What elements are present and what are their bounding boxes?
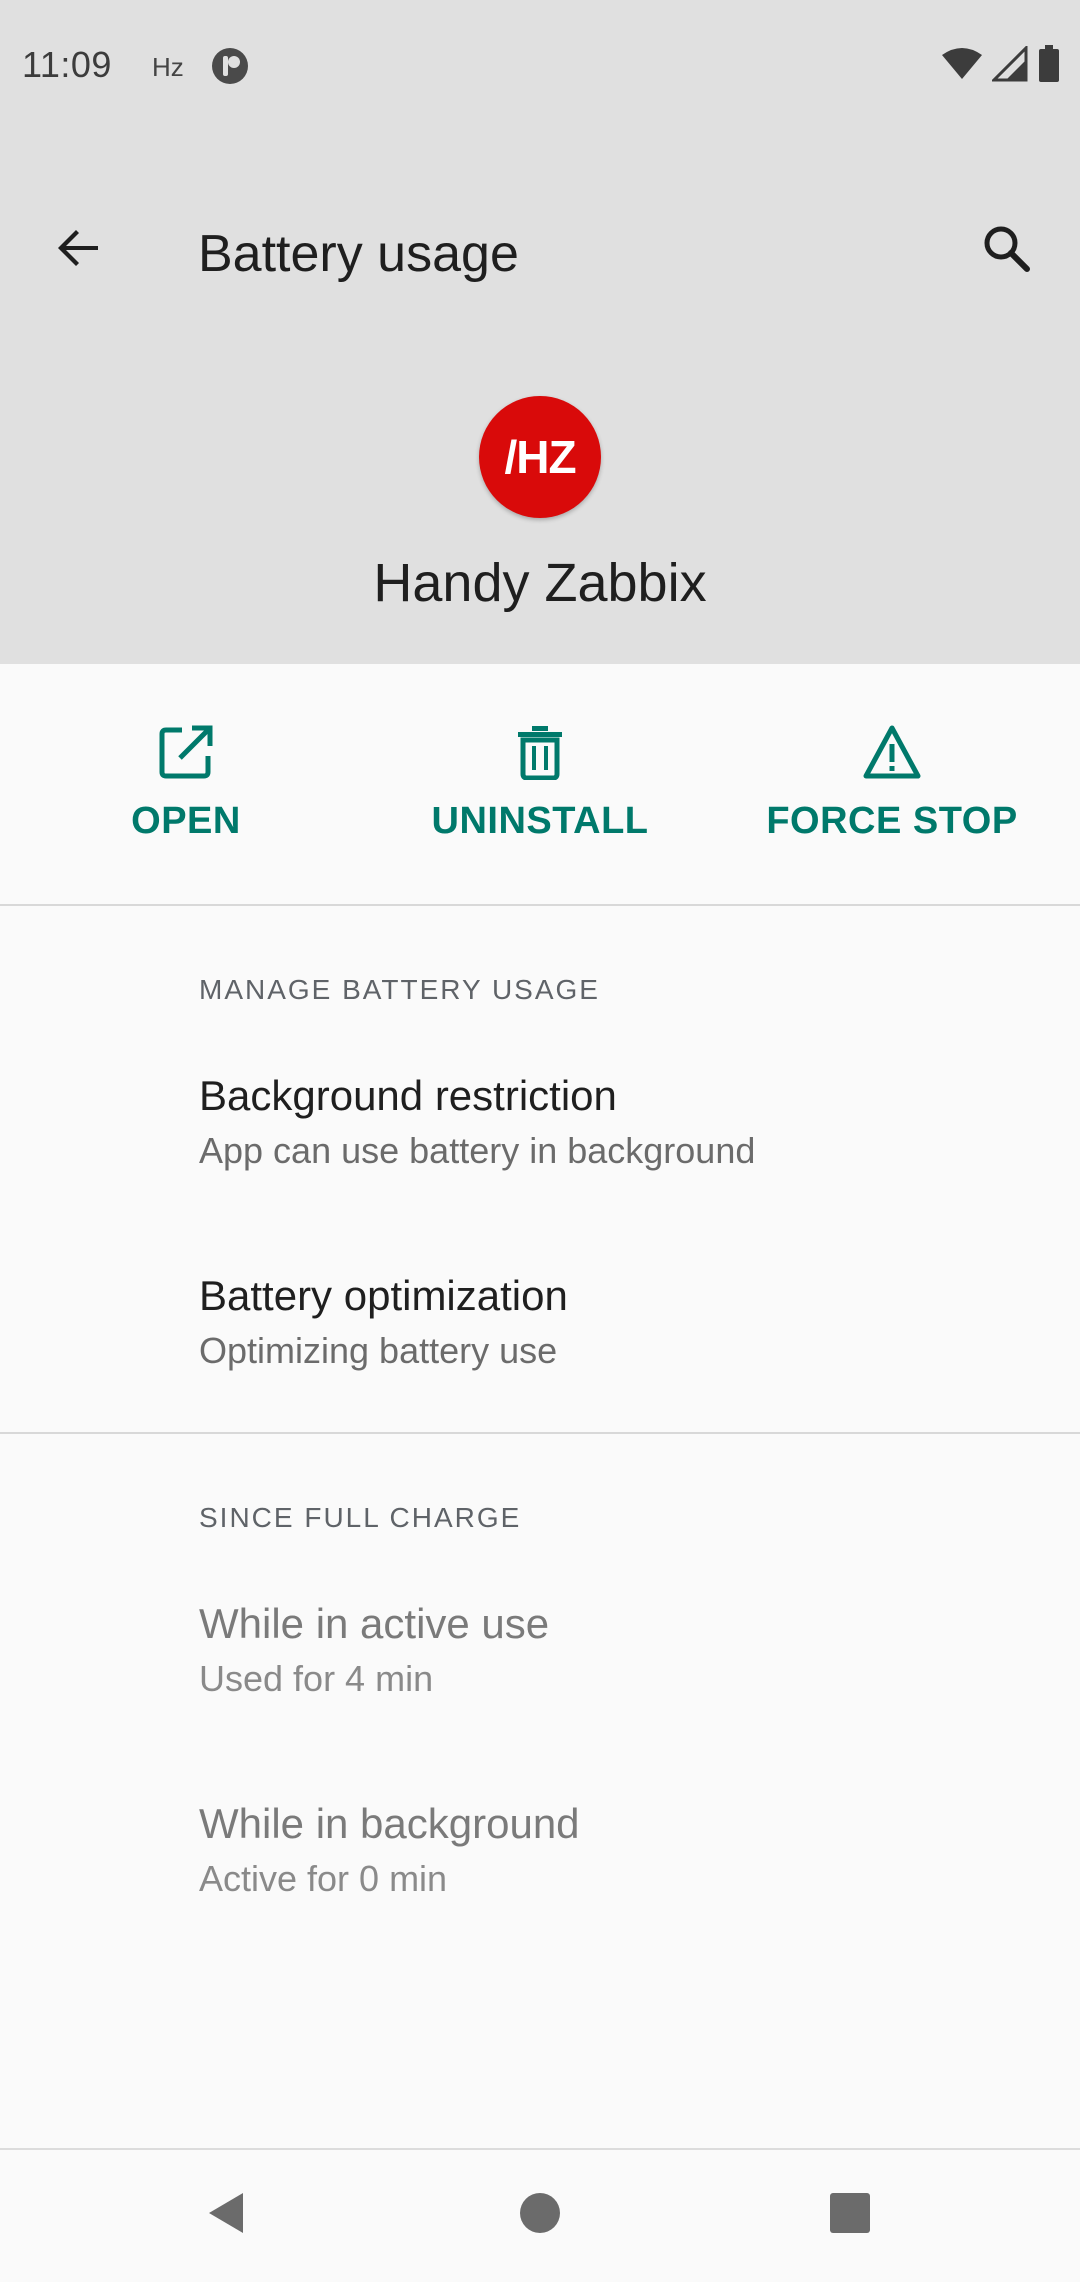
open-external-icon [156, 722, 216, 782]
battery-optimization-item[interactable]: Battery optimization Optimizing battery … [0, 1230, 1080, 1430]
app-icon: /HZ [479, 396, 601, 518]
nav-back-button[interactable] [176, 2170, 276, 2260]
app-name: Handy Zabbix [373, 553, 707, 613]
force-stop-label: FORCE STOP [766, 800, 1018, 842]
pref-summary: Optimizing battery use [199, 1330, 558, 1371]
back-triangle-icon [205, 2191, 247, 2240]
section-header-since-full-charge: SINCE FULL CHARGE [199, 1502, 522, 1533]
background-restriction-item[interactable]: Background restriction App can use batte… [0, 1030, 1080, 1230]
trash-icon [510, 722, 570, 782]
search-icon [980, 222, 1032, 279]
app-actions: OPEN UNINSTALL FORCE STOP [0, 664, 1080, 906]
home-circle-icon [519, 2192, 561, 2239]
status-icons [942, 43, 1060, 88]
open-button[interactable]: OPEN [6, 664, 366, 904]
signal-icon [990, 43, 1028, 87]
hz-notification-label: Hz [152, 52, 184, 82]
nav-recents-button[interactable] [800, 2170, 900, 2260]
wifi-icon [942, 47, 982, 86]
uninstall-label: UNINSTALL [431, 800, 649, 842]
nav-home-button[interactable] [490, 2170, 590, 2260]
open-label: OPEN [131, 800, 241, 842]
active-use-item: While in active use Used for 4 min [0, 1558, 1080, 1758]
manage-battery-section: MANAGE BATTERY USAGE Background restrict… [0, 906, 1080, 1432]
pref-summary: Used for 4 min [199, 1658, 434, 1699]
navigation-bar [0, 2148, 1080, 2282]
force-stop-button[interactable]: FORCE STOP [712, 664, 1072, 904]
app-bar: Battery usage [0, 136, 1080, 364]
background-use-item: While in background Active for 0 min [0, 1758, 1080, 1958]
battery-icon [1038, 44, 1060, 88]
pref-title: While in active use [199, 1600, 550, 1647]
status-time: 11:09 [22, 44, 112, 85]
uninstall-button[interactable]: UNINSTALL [360, 664, 720, 904]
warning-icon [862, 722, 922, 782]
app-header: /HZ Handy Zabbix [0, 364, 1080, 664]
pref-summary: Active for 0 min [199, 1858, 448, 1899]
page-title: Battery usage [198, 225, 519, 283]
recents-square-icon [829, 2192, 871, 2239]
back-arrow-icon [54, 224, 102, 277]
search-button[interactable] [968, 212, 1044, 288]
back-button[interactable] [40, 212, 116, 288]
section-header-manage: MANAGE BATTERY USAGE [199, 974, 600, 1005]
notification-icon [210, 46, 250, 86]
pref-title: Background restriction [199, 1072, 617, 1119]
since-full-charge-section: SINCE FULL CHARGE While in active use Us… [0, 1434, 1080, 1964]
pref-title: While in background [199, 1800, 580, 1847]
status-bar: 11:09 Hz [0, 0, 1080, 136]
app-icon-logo: /HZ [504, 431, 576, 483]
pref-summary: App can use battery in background [199, 1130, 756, 1171]
pref-title: Battery optimization [199, 1272, 568, 1319]
